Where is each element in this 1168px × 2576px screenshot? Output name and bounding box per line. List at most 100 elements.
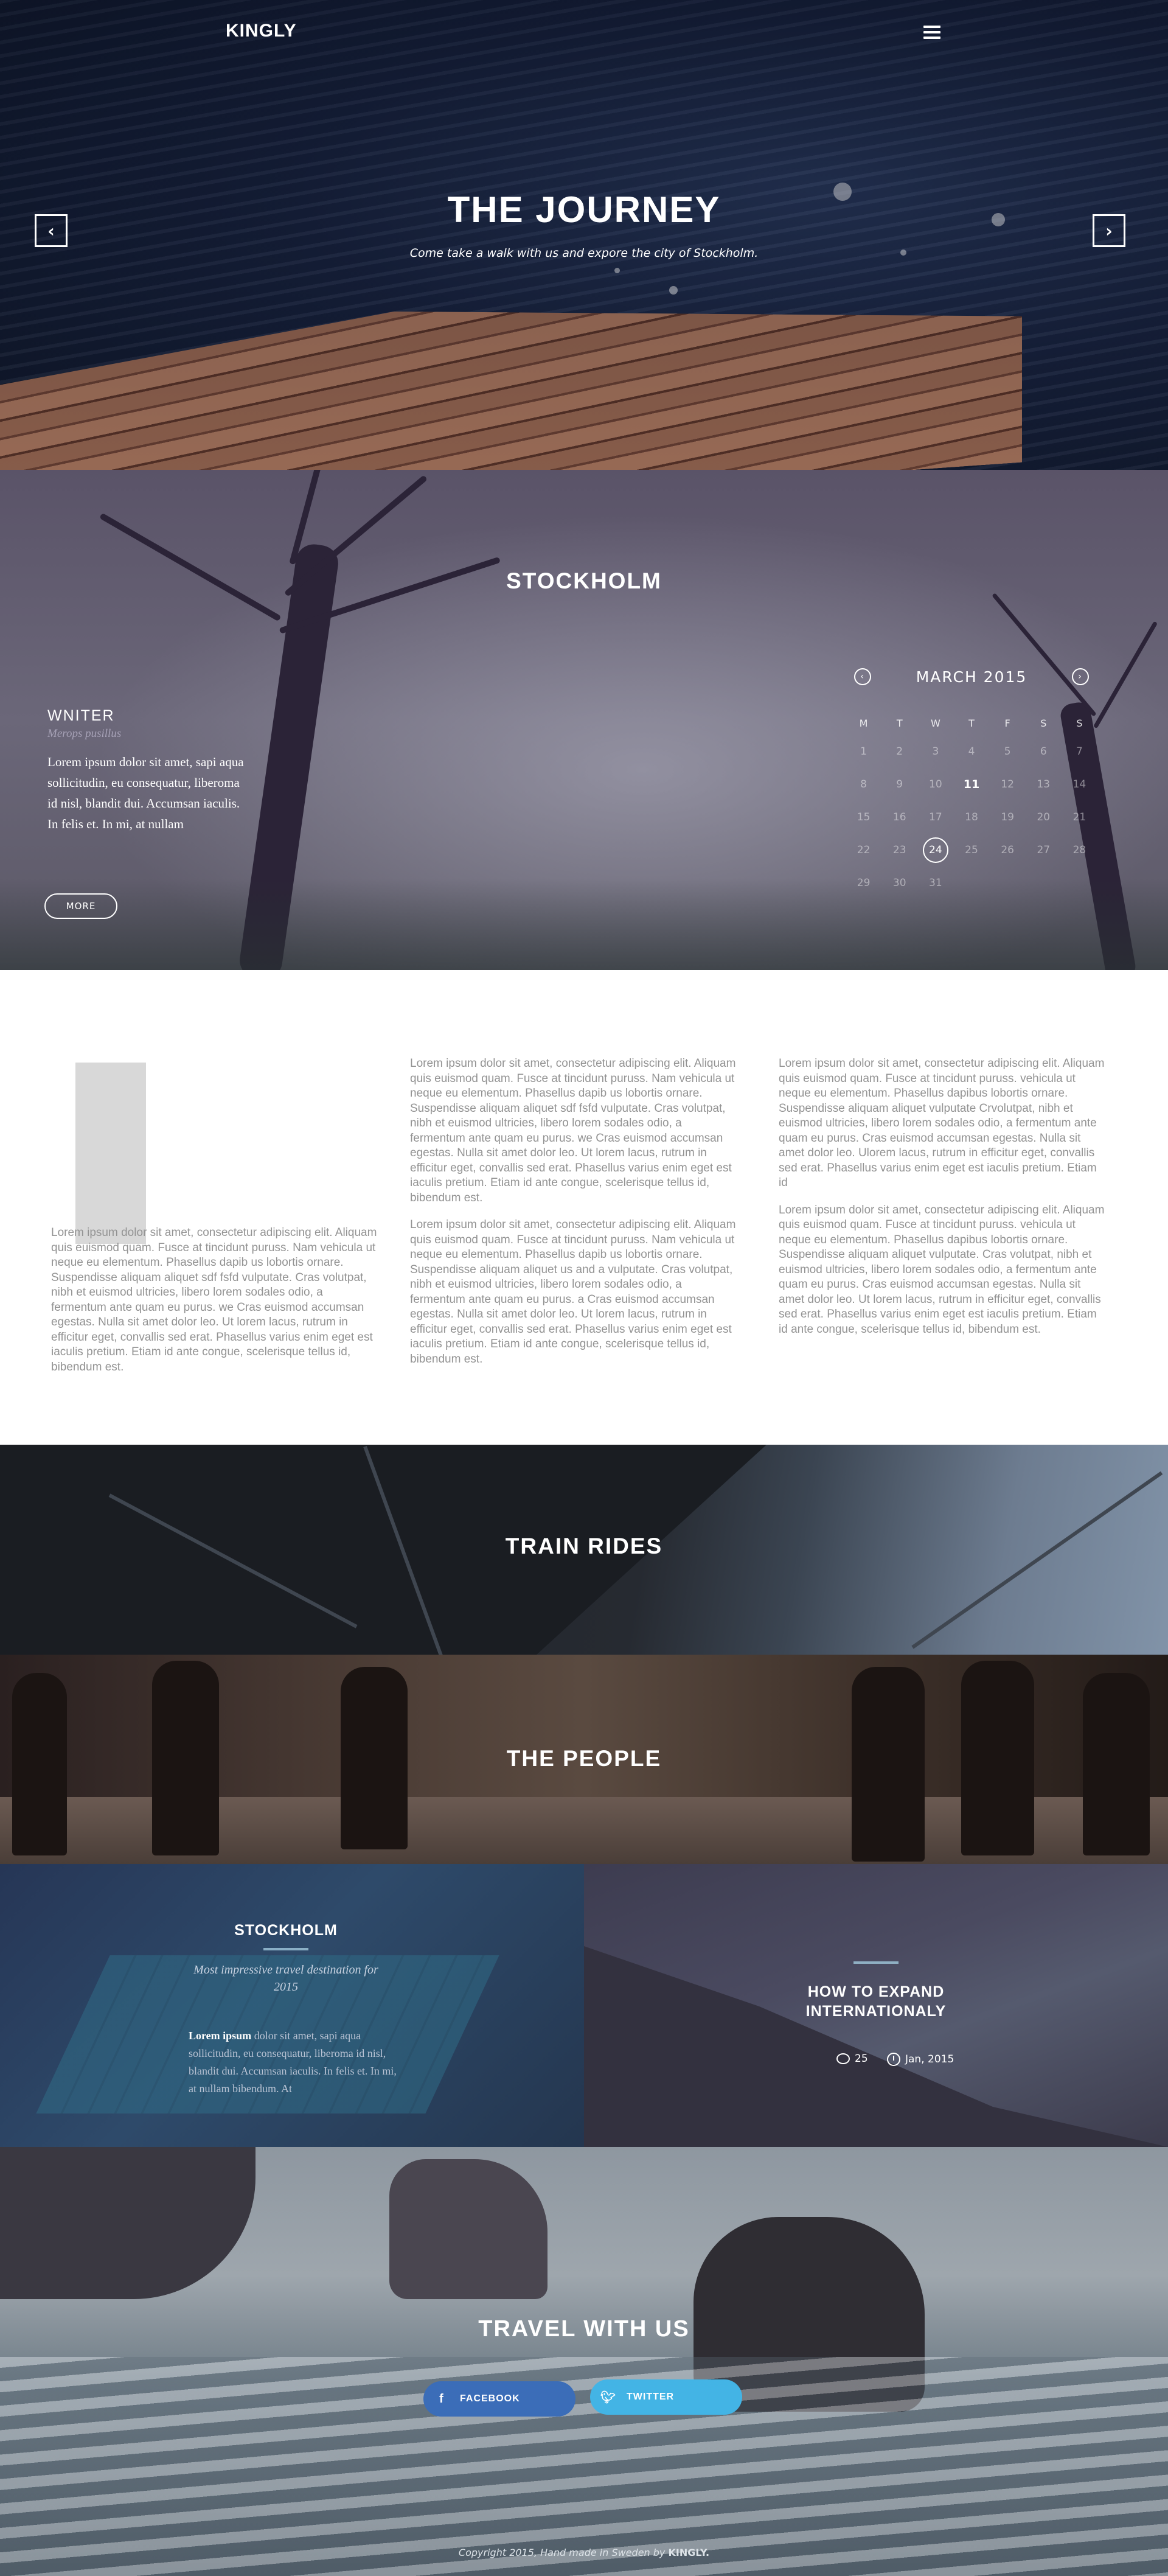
calendar-day[interactable]: 4 — [953, 735, 989, 768]
drop-cap-block — [75, 1063, 146, 1244]
calendar-weekday: T — [968, 717, 975, 729]
calendar-day[interactable]: 29 — [846, 867, 881, 899]
text-column-3: Lorem ipsum dolor sit amet, consectetur … — [779, 1056, 1107, 1349]
calendar-day[interactable]: 18 — [953, 801, 989, 834]
twitter-icon: 🐦︎ — [600, 2390, 617, 2404]
calendar-day[interactable]: 16 — [881, 801, 917, 834]
calendar-day[interactable]: 10 — [917, 768, 953, 801]
footer: Copyright 2015, Hand made in Sweden by K… — [0, 2547, 1168, 2558]
city-section: STOCKHOLM WNITER Merops pusillus Lorem i… — [0, 470, 1168, 970]
calendar-day[interactable]: 25 — [953, 834, 989, 867]
clock-icon — [887, 2053, 900, 2066]
calendar-day[interactable]: 24 — [917, 834, 953, 867]
train-section[interactable]: TRAIN RIDES — [0, 1445, 1168, 1655]
train-title: TRAIN RIDES — [505, 1534, 663, 1559]
calendar-weekday: M — [859, 717, 868, 729]
writer-latin-name: Merops pusillus — [47, 727, 122, 740]
comment-icon — [836, 2053, 850, 2064]
comment-count[interactable]: 25 — [836, 2053, 868, 2065]
travel-title: TRAVEL WITH US — [478, 2316, 690, 2342]
calendar-day[interactable]: 30 — [881, 867, 917, 899]
calendar-weekday: S — [1076, 717, 1083, 729]
paragraph: Lorem ipsum dolor sit amet, consectetur … — [410, 1218, 736, 1366]
paragraph: Lorem ipsum dolor sit amet, consectetur … — [779, 1057, 1105, 1189]
hero-title: THE JOURNEY — [447, 189, 721, 230]
calendar-day[interactable]: 31 — [917, 867, 953, 899]
paragraph: Lorem ipsum dolor sit amet, consectetur … — [51, 1226, 377, 1374]
facebook-button[interactable]: f FACEBOOK — [423, 2381, 575, 2417]
calendar: ‹ MARCH 2015 › M T W T F S S 1 2 3 4 5 6 7 8 9 10 11 12 13 1… — [846, 665, 1097, 899]
calendar-day[interactable]: 7 — [1062, 735, 1097, 768]
calendar-day[interactable]: 19 — [990, 801, 1026, 834]
calendar-next-button[interactable]: › — [1072, 668, 1089, 685]
paragraph: Lorem ipsum dolor sit amet, consectetur … — [410, 1057, 736, 1204]
calendar-weekday: T — [896, 717, 903, 729]
travel-section: TRAVEL WITH US f FACEBOOK 🐦︎ TWITTER Cop… — [0, 2147, 1168, 2576]
calendar-day[interactable]: 3 — [917, 735, 953, 768]
site-logo[interactable]: KINGLY — [226, 21, 297, 41]
footer-brand[interactable]: KINGLY. — [668, 2547, 709, 2558]
panel-title: HOW TO EXPAND INTERNATIONALY — [805, 1983, 947, 2020]
calendar-day[interactable]: 23 — [881, 834, 917, 867]
expand-panel[interactable]: HOW TO EXPAND INTERNATIONALY 25 Jan, 201… — [584, 1864, 1168, 2147]
facebook-label: FACEBOOK — [460, 2393, 520, 2404]
twitter-button[interactable]: 🐦︎ TWITTER — [590, 2379, 742, 2415]
calendar-day[interactable]: 17 — [917, 801, 953, 834]
people-section[interactable]: THE PEOPLE — [0, 1655, 1168, 1864]
calendar-month: MARCH 2015 — [916, 668, 1027, 686]
text-column-1: Lorem ipsum dolor sit amet, consectetur … — [51, 1226, 380, 1387]
hero-overlay — [0, 0, 1168, 470]
stockholm-panel-content: STOCKHOLM Most impressive travel destina… — [182, 1922, 389, 1995]
chevron-right-icon: › — [1078, 672, 1083, 682]
calendar-day[interactable]: 12 — [990, 768, 1026, 801]
calendar-day[interactable]: 13 — [1026, 768, 1062, 801]
calendar-day[interactable]: 22 — [846, 834, 881, 867]
feature-panels: STOCKHOLM Most impressive travel destina… — [0, 1864, 1168, 2147]
calendar-day[interactable]: 15 — [846, 801, 881, 834]
calendar-empty — [1062, 867, 1097, 899]
calendar-prev-button[interactable]: ‹ — [854, 668, 871, 685]
writer-text: Lorem ipsum dolor sit amet, sapi aqua so… — [47, 755, 244, 831]
stockholm-panel[interactable]: STOCKHOLM Most impressive travel destina… — [0, 1864, 584, 2147]
calendar-day[interactable]: 21 — [1062, 801, 1097, 834]
chevron-left-icon: ‹ — [860, 672, 865, 682]
calendar-day[interactable]: 28 — [1062, 834, 1097, 867]
calendar-day[interactable]: 6 — [1026, 735, 1062, 768]
sea-surf — [0, 2357, 1168, 2576]
calendar-day[interactable]: 14 — [1062, 768, 1097, 801]
footer-text: Copyright 2015, Hand made in Sweden by — [458, 2547, 669, 2558]
calendar-day[interactable]: 9 — [881, 768, 917, 801]
calendar-day[interactable]: 20 — [1026, 801, 1062, 834]
panel-tagline: Most impressive travel destination for 2… — [193, 1963, 378, 1994]
panel-lead: Lorem ipsum — [189, 2030, 252, 2042]
menu-icon[interactable] — [923, 26, 940, 39]
calendar-header: ‹ MARCH 2015 › — [846, 665, 1097, 689]
calendar-day[interactable]: 5 — [990, 735, 1026, 768]
calendar-day[interactable]: 26 — [990, 834, 1026, 867]
paragraph: Lorem ipsum dolor sit amet, consectetur … — [779, 1203, 1105, 1336]
rock — [389, 2159, 548, 2299]
calendar-empty — [953, 867, 989, 899]
calendar-day[interactable]: 11 — [953, 768, 989, 801]
people-title: THE PEOPLE — [506, 1746, 662, 1771]
comment-count-value: 25 — [855, 2053, 868, 2065]
calendar-day[interactable]: 8 — [846, 768, 881, 801]
calendar-weekday: F — [1004, 717, 1010, 729]
more-button[interactable]: MORE — [44, 893, 117, 919]
city-title: STOCKHOLM — [506, 568, 662, 593]
hero-section: KINGLY ‹ › THE JOURNEY Come take a walk … — [0, 0, 1168, 470]
writer-heading: WNITER — [47, 707, 115, 724]
calendar-day[interactable]: 1 — [846, 735, 881, 768]
facebook-icon: f — [439, 2392, 444, 2406]
text-column-2: Lorem ipsum dolor sit amet, consectetur … — [410, 1056, 739, 1379]
panel-text: Lorem ipsum dolor sit amet, sapi aqua so… — [189, 2027, 401, 2098]
twitter-label: TWITTER — [627, 2392, 675, 2402]
calendar-day[interactable]: 2 — [881, 735, 917, 768]
divider — [263, 1948, 308, 1950]
panel-title: STOCKHOLM — [234, 1922, 338, 1939]
writer-block: WNITER Merops pusillus Lorem ipsum dolor… — [47, 707, 248, 834]
post-date-value: Jan, 2015 — [905, 2053, 954, 2065]
calendar-day[interactable]: 27 — [1026, 834, 1062, 867]
expand-panel-content: HOW TO EXPAND INTERNATIONALY — [791, 1961, 961, 2021]
calendar-weekday: W — [930, 717, 940, 729]
